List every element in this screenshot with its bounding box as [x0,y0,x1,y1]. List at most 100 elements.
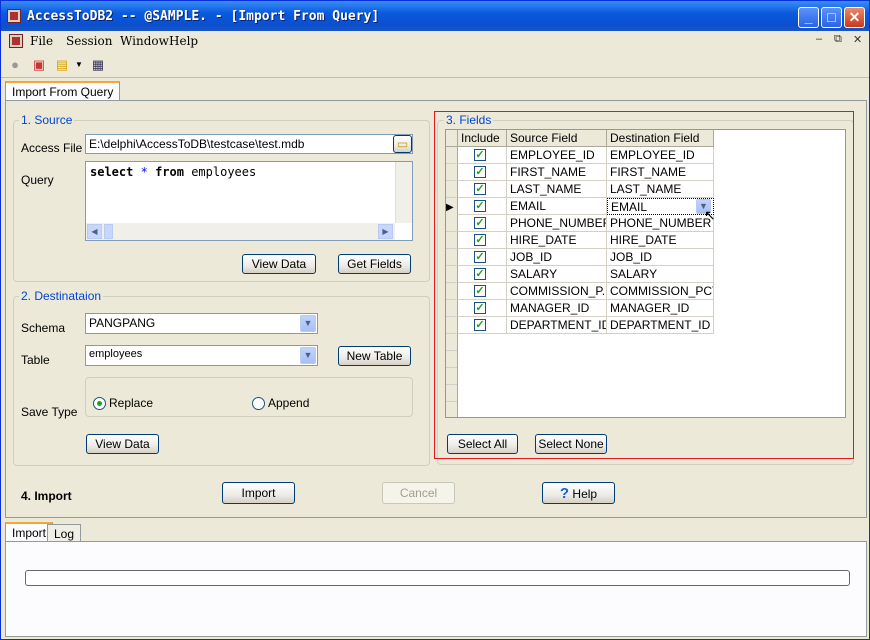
include-cell[interactable]: ✓ [458,249,507,266]
destination-view-data-button[interactable]: View Data [86,434,159,454]
include-checkbox[interactable]: ✓ [474,183,486,195]
column-header-destination[interactable]: Destination Field [607,130,714,147]
source-view-data-button[interactable]: View Data [242,254,316,274]
menu-help[interactable]: Help [169,34,198,48]
get-fields-button[interactable]: Get Fields [338,254,411,274]
maximize-button[interactable]: □ [821,7,842,28]
query-vertical-scrollbar[interactable] [395,162,412,223]
table-row[interactable]: ✓ SALARY SALARY [446,266,714,283]
menu-window[interactable]: Window [120,34,169,48]
replace-radio[interactable] [93,397,106,410]
table-row[interactable]: ✓ DEPARTMENT_ID DEPARTMENT_ID [446,317,714,334]
minimize-button[interactable]: _ [798,7,819,28]
row-indicator[interactable] [446,283,458,300]
include-checkbox[interactable]: ✓ [474,234,486,246]
table-dropdown-icon[interactable]: ▼ [300,347,316,364]
table-row[interactable]: ✓ HIRE_DATE HIRE_DATE [446,232,714,249]
include-cell[interactable]: ✓ [458,164,507,181]
schema-dropdown-icon[interactable]: ▼ [300,315,316,332]
include-cell[interactable]: ✓ [458,266,507,283]
dropdown-arrow-icon[interactable]: ▼ [71,57,87,73]
table-select[interactable]: employees [85,345,318,366]
include-checkbox[interactable]: ✓ [474,319,486,331]
include-cell[interactable]: ✓ [458,215,507,232]
row-indicator[interactable] [446,147,458,164]
row-indicator[interactable] [446,266,458,283]
menu-session[interactable]: Session [66,34,112,48]
mdi-close-icon[interactable]: ✕ [853,33,862,46]
table-row[interactable]: ✓ LAST_NAME LAST_NAME [446,181,714,198]
select-none-button[interactable]: Select None [535,434,607,454]
table-row[interactable]: ✓ EMAIL EMAIL ▼ [446,198,714,215]
tab-import-from-query[interactable]: Import From Query [5,81,121,101]
scroll-thumb[interactable] [104,224,113,239]
include-checkbox[interactable]: ✓ [474,268,486,280]
column-header-source[interactable]: Source Field [507,130,607,147]
select-all-button[interactable]: Select All [447,434,518,454]
include-checkbox[interactable]: ✓ [474,302,486,314]
row-indicator[interactable] [446,215,458,232]
include-cell[interactable]: ✓ [458,300,507,317]
destination-field-cell[interactable]: EMPLOYEE_ID [607,147,714,164]
destination-field-cell[interactable]: SALARY [607,266,714,283]
table-row[interactable]: ✓ COMMISSION_P... COMMISSION_PCT [446,283,714,300]
row-indicator[interactable] [446,164,458,181]
destination-field-cell[interactable]: MANAGER_ID [607,300,714,317]
include-checkbox[interactable]: ✓ [474,217,486,229]
table-row[interactable]: ✓ PHONE_NUMBER PHONE_NUMBER [446,215,714,232]
row-indicator[interactable] [446,300,458,317]
destination-field-cell[interactable]: JOB_ID [607,249,714,266]
row-indicator[interactable] [446,232,458,249]
mdi-child-icon[interactable] [9,34,23,48]
query-icon[interactable]: ▦ [90,57,106,73]
table-row[interactable]: ✓ EMPLOYEE_ID EMPLOYEE_ID [446,147,714,164]
destination-field-cell[interactable]: HIRE_DATE [607,232,714,249]
mdi-minimize-icon[interactable]: – [816,33,822,45]
tab-log[interactable]: Log [47,524,82,542]
destination-field-cell[interactable]: FIRST_NAME [607,164,714,181]
include-cell[interactable]: ✓ [458,232,507,249]
column-header-include[interactable]: Include [458,130,507,147]
open-import-icon[interactable]: ▤ [54,57,70,73]
help-button[interactable]: ? Help [542,482,615,504]
include-cell[interactable]: ✓ [458,283,507,300]
include-cell[interactable]: ✓ [458,317,507,334]
import-button[interactable]: Import [222,482,295,504]
include-cell[interactable]: ✓ [458,198,507,215]
replace-label[interactable]: Replace [109,396,153,410]
include-checkbox[interactable]: ✓ [474,149,486,161]
table-row[interactable]: ✓ FIRST_NAME FIRST_NAME [446,164,714,181]
query-horizontal-scrollbar[interactable]: ◀ ▶ [86,223,395,240]
row-indicator[interactable] [446,317,458,334]
include-checkbox[interactable]: ✓ [474,200,486,212]
cancel-button[interactable]: Cancel [382,482,455,504]
fields-grid[interactable]: Include Source Field Destination Field ✓… [445,129,846,418]
connect-icon[interactable]: ▣ [31,57,47,73]
destination-field-cell[interactable]: COMMISSION_PCT [607,283,714,300]
include-checkbox[interactable]: ✓ [474,251,486,263]
include-checkbox[interactable]: ✓ [474,285,486,297]
access-file-input[interactable]: E:\delphi\AccessToDB\testcase\test.mdb [85,134,413,154]
include-checkbox[interactable]: ✓ [474,166,486,178]
new-table-button[interactable]: New Table [338,346,411,366]
row-indicator[interactable] [446,249,458,266]
close-button[interactable]: ✕ [844,7,865,28]
destination-field-cell[interactable]: PHONE_NUMBER [607,215,714,232]
menu-file[interactable]: File [30,34,53,48]
browse-folder-icon[interactable]: ▭ [393,135,412,153]
table-row[interactable]: ✓ JOB_ID JOB_ID [446,249,714,266]
row-indicator[interactable] [446,181,458,198]
append-radio[interactable] [252,397,265,410]
mdi-restore-icon[interactable]: ⧉ [834,33,842,46]
destination-field-cell[interactable]: DEPARTMENT_ID [607,317,714,334]
append-label[interactable]: Append [268,396,309,410]
title-bar[interactable]: AccessToDB2 -- @SAMPLE. - [Import From Q… [1,1,869,31]
include-cell[interactable]: ✓ [458,147,507,164]
schema-select[interactable]: PANGPANG [85,313,318,334]
scroll-right-icon[interactable]: ▶ [378,224,393,239]
tab-import[interactable]: Import [5,522,54,542]
disconnect-icon[interactable]: ● [7,57,23,73]
destination-field-cell[interactable]: LAST_NAME [607,181,714,198]
table-row[interactable]: ✓ MANAGER_ID MANAGER_ID [446,300,714,317]
scroll-left-icon[interactable]: ◀ [87,224,102,239]
